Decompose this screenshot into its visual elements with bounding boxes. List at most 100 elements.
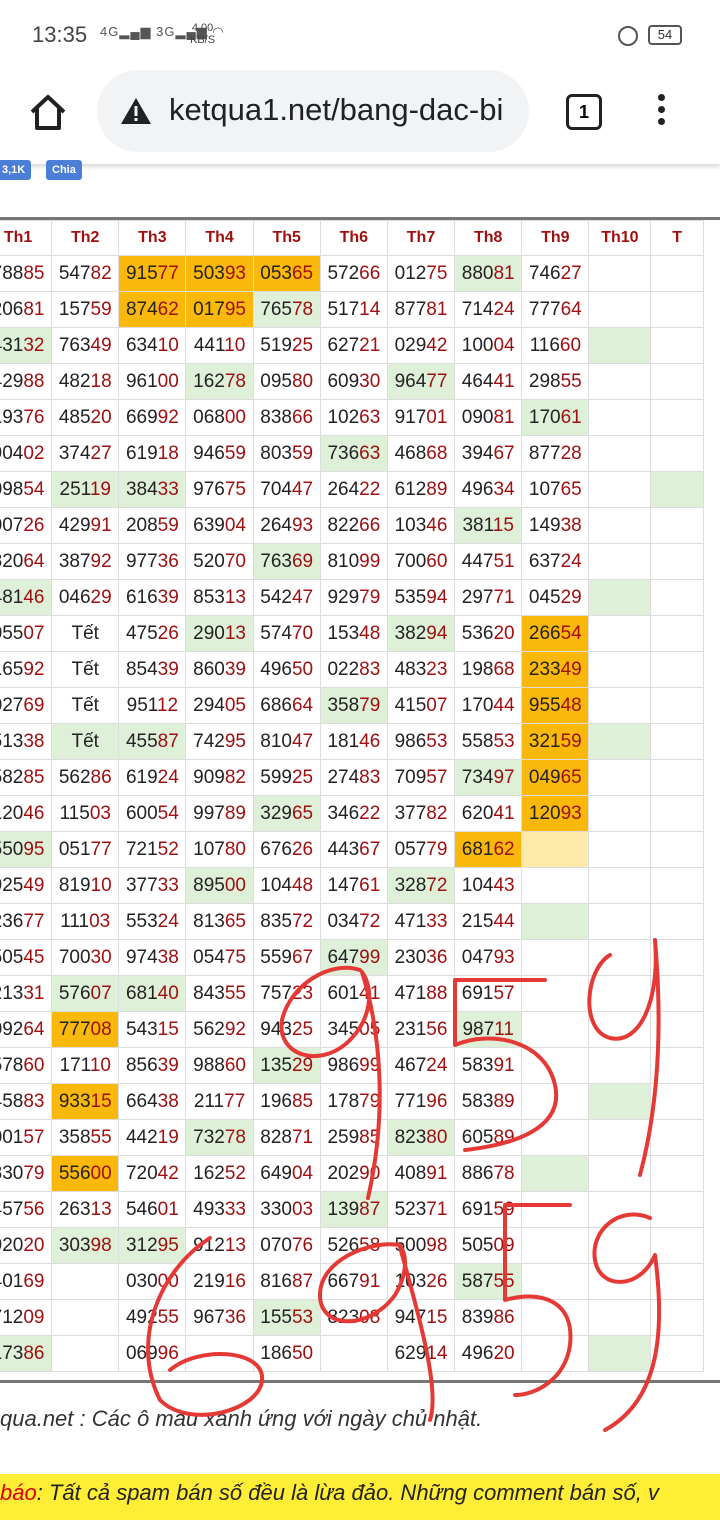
result-cell: 38115 [454,507,523,544]
result-cell: 74627 [521,255,590,292]
special-results-table: Th1Th2Th3Th4Th5Th6Th7Th8Th9Th10T 7888554… [0,220,704,1372]
result-cell [650,507,704,544]
result-cell: 66791 [319,1263,388,1300]
result-cell: 23156 [386,1011,456,1048]
column-header: Th4 [185,220,254,256]
speed-value: 4.00 [191,22,214,34]
result-cell: 72042 [118,1155,187,1192]
result-cell: 81047 [252,723,321,760]
result-cell: 90402 [0,435,53,472]
result-cell: 74295 [185,723,254,760]
tab-switcher-button[interactable]: 1 [566,94,602,130]
result-cell: 46868 [386,435,456,472]
result-cell [650,435,704,472]
result-cell: 56286 [51,759,120,796]
result-cell [521,975,590,1012]
result-cell: 06996 [118,1335,187,1372]
result-cell: 42991 [51,507,120,544]
result-cell: 20681 [0,291,53,328]
result-cell [650,399,704,436]
result-cell: 70030 [51,939,120,976]
result-cell: 16592 [0,651,53,688]
result-cell: 61924 [118,759,187,796]
result-cell [588,435,652,472]
result-cell: 91701 [386,399,456,436]
result-cell: 10448 [252,867,321,904]
table-row: 02769Tết95112294056866435879415071704495… [0,687,704,724]
result-cell [588,939,652,976]
result-cell [650,759,704,796]
result-cell: 51338 [0,723,53,760]
share-button[interactable]: Chia sẻ [46,160,82,196]
result-cell [521,867,590,904]
table-row: 1204611503600549978932965346223778262041… [0,795,704,832]
result-cell: 26493 [252,507,321,544]
table-row: 4575626313546014933333003139875237169159 [0,1191,704,1228]
overflow-menu-icon[interactable] [658,94,668,134]
result-cell: 96736 [185,1299,254,1336]
result-cell: 52658 [319,1227,388,1264]
result-cell: 17386 [0,1335,53,1372]
result-cell [650,1227,704,1264]
result-cell: 97675 [185,471,254,508]
table-row: 2068115759874620179576578517148778171424… [0,291,704,328]
result-cell: 46441 [454,363,523,400]
table-row: 4814604629616398531354247929795359429771… [0,579,704,616]
result-cell: 14761 [319,867,388,904]
result-cell: 43132 [0,327,53,364]
table-row: 05507Tết47526290135747015348382945362026… [0,615,704,652]
result-cell: 50098 [386,1227,456,1264]
result-cell: 88678 [454,1155,523,1192]
result-cell [650,1047,704,1084]
result-cell: 85439 [118,651,187,688]
result-cell: 86039 [185,651,254,688]
result-cell: 92549 [0,867,53,904]
result-cell: 44751 [454,543,523,580]
result-cell [588,1191,652,1228]
result-cell [650,327,704,364]
result-cell: 48323 [386,651,456,688]
result-cell: 88081 [454,255,523,292]
result-cell: 26422 [319,471,388,508]
result-cell: 15553 [252,1299,321,1336]
result-cell: 14938 [521,507,590,544]
result-cell: 82064 [0,543,53,580]
result-cell [650,939,704,976]
table-row: 2133157607681408435575723601414718869157 [0,975,704,1012]
results-table-container[interactable]: Th1Th2Th3Th4Th5Th6Th7Th8Th9Th10T 7888554… [0,217,720,1383]
result-cell: 93315 [51,1083,120,1120]
result-cell: 94325 [252,1011,321,1048]
result-cell: 62041 [454,795,523,832]
result-cell [650,651,704,688]
column-header: Th9 [521,220,590,256]
result-cell: 40891 [386,1155,456,1192]
result-cell: 52371 [386,1191,456,1228]
table-row: 9202030398312959121307076526585009850509 [0,1227,704,1264]
table-row: 9254981910377338950010448147613287210443 [0,867,704,904]
result-cell [650,867,704,904]
result-cell: 50545 [0,939,53,976]
result-cell [588,543,652,580]
result-cell: 97438 [118,939,187,976]
result-cell [588,759,652,796]
result-cell: 56292 [185,1011,254,1048]
result-cell: 16252 [185,1155,254,1192]
result-cell: 27483 [319,759,388,796]
result-cell [650,723,704,760]
result-cell: 64904 [252,1155,321,1192]
result-cell [588,651,652,688]
result-cell [650,1083,704,1120]
address-bar[interactable]: ketqua1.net/bang-dac-bi [97,70,529,152]
result-cell: 52070 [185,543,254,580]
result-cell [650,1263,704,1300]
home-icon[interactable] [26,90,70,134]
status-bar: 13:35 4G▂▄▆ 3G▂▄▆ ◠ 4.00 KB/S 54 [0,0,720,72]
result-cell: 83079 [0,1155,53,1192]
result-cell [650,1119,704,1156]
result-cell [521,1047,590,1084]
result-cell: 12046 [0,795,53,832]
like-count-button[interactable]: 3,1K [0,160,32,180]
browser-toolbar: ketqua1.net/bang-dac-bi 1 [0,70,720,164]
column-header: Th6 [319,220,388,256]
result-cell: Tết [51,615,120,652]
